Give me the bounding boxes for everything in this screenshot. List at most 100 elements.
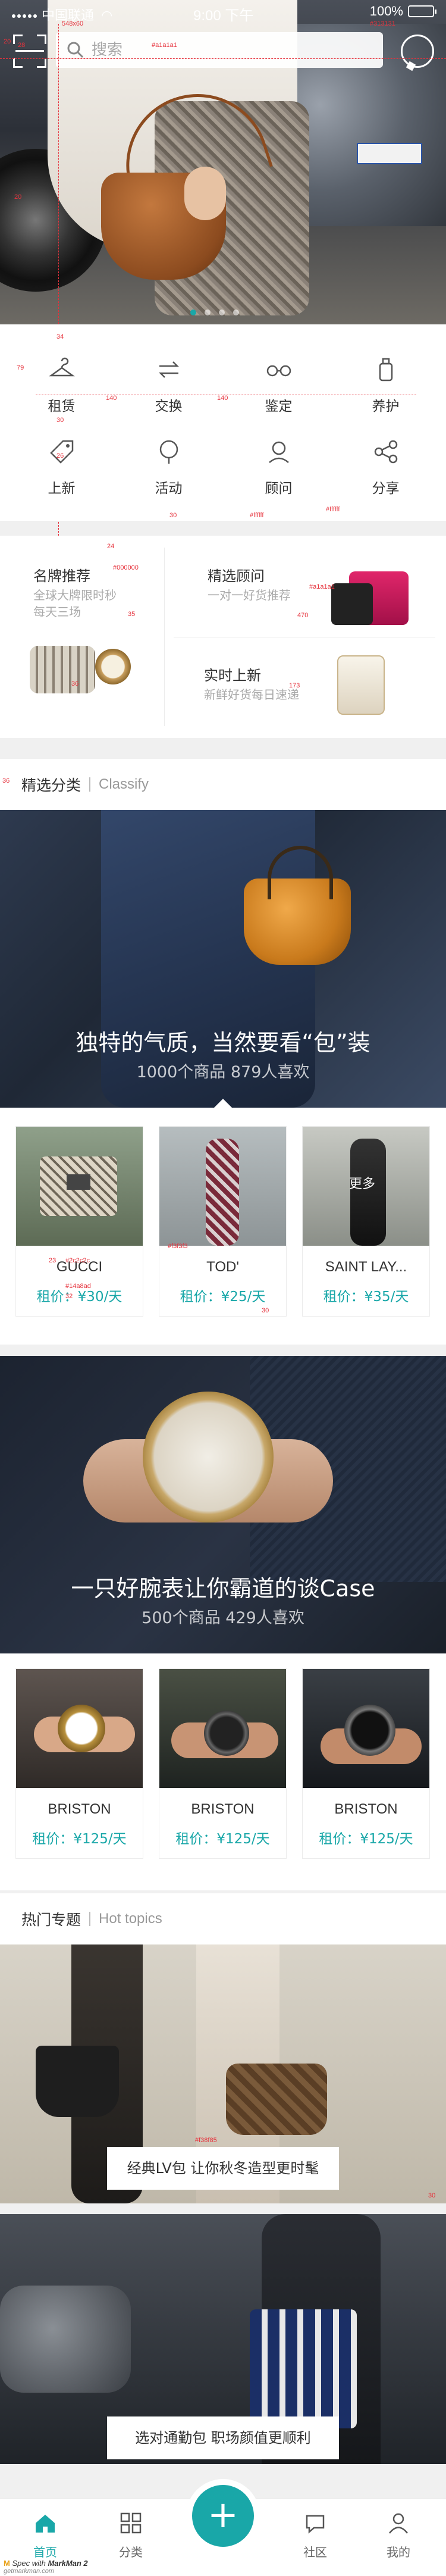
promo-new-title: 实时上新	[204, 667, 261, 684]
hero-carousel[interactable]: 中国联通 ◠ 9:00 下午 100%	[0, 0, 446, 324]
promo-brand-sub2: 每天三场	[33, 605, 81, 619]
promo-advisor[interactable]: 精选顾问 一对一好货推荐	[165, 536, 446, 637]
product-image: 更多	[303, 1127, 429, 1246]
product-card[interactable]: 更多 SAINT LAY... 租价：¥35/天	[303, 1127, 429, 1316]
publish-button[interactable]: +	[192, 2485, 254, 2547]
topic-card[interactable]: 经典LV包 让你秋冬造型更时髦	[0, 1944, 446, 2203]
spec-color-label: #f38f85	[195, 2137, 217, 2144]
product-card[interactable]: TOD' 租价：¥25/天	[159, 1127, 286, 1316]
spec-number-label: 20	[4, 38, 11, 45]
quick-item-label: 交换	[155, 399, 183, 414]
hot-topics-header: 热门专题 Hot topics	[0, 1893, 446, 1944]
tab-profile[interactable]: 我的	[369, 2511, 428, 2560]
advisor-icon	[268, 441, 289, 463]
carousel-dot[interactable]	[233, 310, 239, 315]
product-image	[303, 1669, 429, 1788]
product-image	[16, 1127, 143, 1246]
product-price: 租价：¥35/天	[323, 1289, 409, 1305]
black-bag-image	[331, 583, 373, 625]
spec-color-label: #ffffff	[326, 506, 340, 513]
hand-image	[184, 167, 226, 220]
search-bar[interactable]	[56, 32, 383, 68]
carousel-dots	[190, 310, 239, 315]
quick-item-care[interactable]: 养护	[330, 355, 441, 415]
classify-title: 精选分类	[21, 777, 81, 794]
watch-image	[95, 649, 131, 684]
product-card[interactable]: BRISTON 租价：¥125/天	[16, 1669, 143, 1858]
search-input[interactable]	[92, 41, 341, 59]
spec-color-label: #000000	[113, 564, 139, 571]
quick-item-label: 养护	[372, 399, 400, 414]
tab-label: 首页	[33, 2545, 57, 2559]
signal-icon	[12, 14, 37, 18]
spec-number-label: 79	[17, 364, 24, 371]
product-name: TOD'	[206, 1259, 239, 1275]
tab-category[interactable]: 分类	[101, 2511, 161, 2560]
message-button[interactable]	[401, 35, 434, 68]
more-badge[interactable]: 更多	[349, 1173, 375, 1192]
wifi-icon: ◠	[101, 8, 113, 23]
product-card[interactable]: BRISTON 租价：¥125/天	[159, 1669, 286, 1858]
promo-advisor-title: 精选顾问	[208, 568, 265, 584]
spec-number-label: 30	[56, 417, 64, 424]
carousel-dot[interactable]	[219, 310, 225, 315]
product-card[interactable]: BRISTON 租价：¥125/天	[303, 1669, 429, 1858]
hot-topics-title: 热门专题	[21, 1911, 81, 1928]
spec-number-label: 28	[18, 42, 26, 49]
tab-community[interactable]: 社区	[285, 2511, 345, 2560]
spec-number-label: 26	[56, 452, 64, 459]
quick-item-label: 活动	[155, 481, 183, 496]
product-image	[16, 1669, 143, 1788]
white-bag-image	[337, 655, 385, 715]
banner-caption: 一只好腕表让你霸道的谈Case	[71, 1575, 375, 1602]
lv-bag-image	[226, 2064, 327, 2135]
battery-percent: 100%	[369, 4, 403, 18]
search-icon	[67, 42, 84, 58]
quick-item-label: 租赁	[48, 399, 76, 414]
category-banner-bags[interactable]: 独特的气质，当然要看“包”装 1000个商品 879人喜欢	[0, 810, 446, 1108]
bottle-icon	[379, 358, 392, 382]
category-banner-watches[interactable]: 一只好腕表让你霸道的谈Case 500个商品 429人喜欢	[0, 1356, 446, 1653]
banner-stats: 500个商品 429人喜欢	[142, 1609, 304, 1627]
quick-item-activity[interactable]: 活动	[113, 437, 224, 497]
quick-item-label: 顾问	[265, 481, 293, 496]
quick-item-appraise[interactable]: 鉴定	[223, 355, 334, 415]
tab-label: 社区	[303, 2545, 327, 2559]
quick-item-new[interactable]: 上新	[6, 437, 117, 497]
tab-home[interactable]: 首页	[15, 2511, 75, 2560]
banner-caption: 独特的气质，当然要看“包”装	[76, 1030, 370, 1056]
markman-site: getmarkman.com	[4, 2568, 54, 2575]
street-car-image	[0, 2286, 131, 2393]
topic-card[interactable]: 选对通勤包 职场颜值更顺利	[0, 2214, 446, 2464]
spec-color-label: #ffffff	[250, 512, 264, 519]
quick-item-exchange[interactable]: 交换	[113, 355, 224, 415]
quick-item-share[interactable]: 分享	[330, 437, 441, 497]
tab-label: 分类	[119, 2545, 143, 2559]
promo-new[interactable]: 实时上新 新鲜好货每日速递	[165, 637, 446, 738]
spec-number-label: 173	[289, 682, 300, 689]
carousel-dot[interactable]	[190, 310, 196, 315]
product-name: BRISTON	[48, 1801, 111, 1817]
product-price: 租价：¥125/天	[175, 1831, 270, 1847]
quick-item-advisor[interactable]: 顾问	[223, 437, 334, 497]
promo-section: 名牌推荐 全球大牌限时秒 每天三场 精选顾问 一对一好货推荐 实时上新 新鲜好货…	[0, 536, 446, 738]
quick-item-label: 分享	[372, 481, 400, 496]
header-divider	[89, 777, 91, 792]
product-row-bags: GUCCI 租价：¥30/天 TOD' 租价：¥25/天 更多 SAINT LA…	[0, 1108, 446, 1345]
markman-credit: M Spec with MarkMan 2 getmarkman.com	[4, 2559, 88, 2575]
spec-color-label: #a1a1a1	[309, 583, 335, 590]
spec-guide-line	[0, 58, 446, 59]
home-icon	[36, 2515, 55, 2533]
glasses-icon	[266, 365, 291, 377]
share-icon	[374, 440, 397, 464]
carousel-dot[interactable]	[205, 310, 211, 315]
top-bar	[0, 26, 446, 80]
spec-color-label: #313131	[370, 20, 395, 27]
spec-color-label: #a1a1a1	[152, 42, 177, 49]
battery-icon	[408, 5, 436, 17]
product-image	[159, 1669, 286, 1788]
status-time: 9:00 下午	[193, 8, 254, 24]
hot-topics-subtitle: Hot topics	[99, 1911, 162, 1927]
scan-button[interactable]	[13, 35, 46, 68]
product-name: BRISTON	[334, 1801, 398, 1817]
